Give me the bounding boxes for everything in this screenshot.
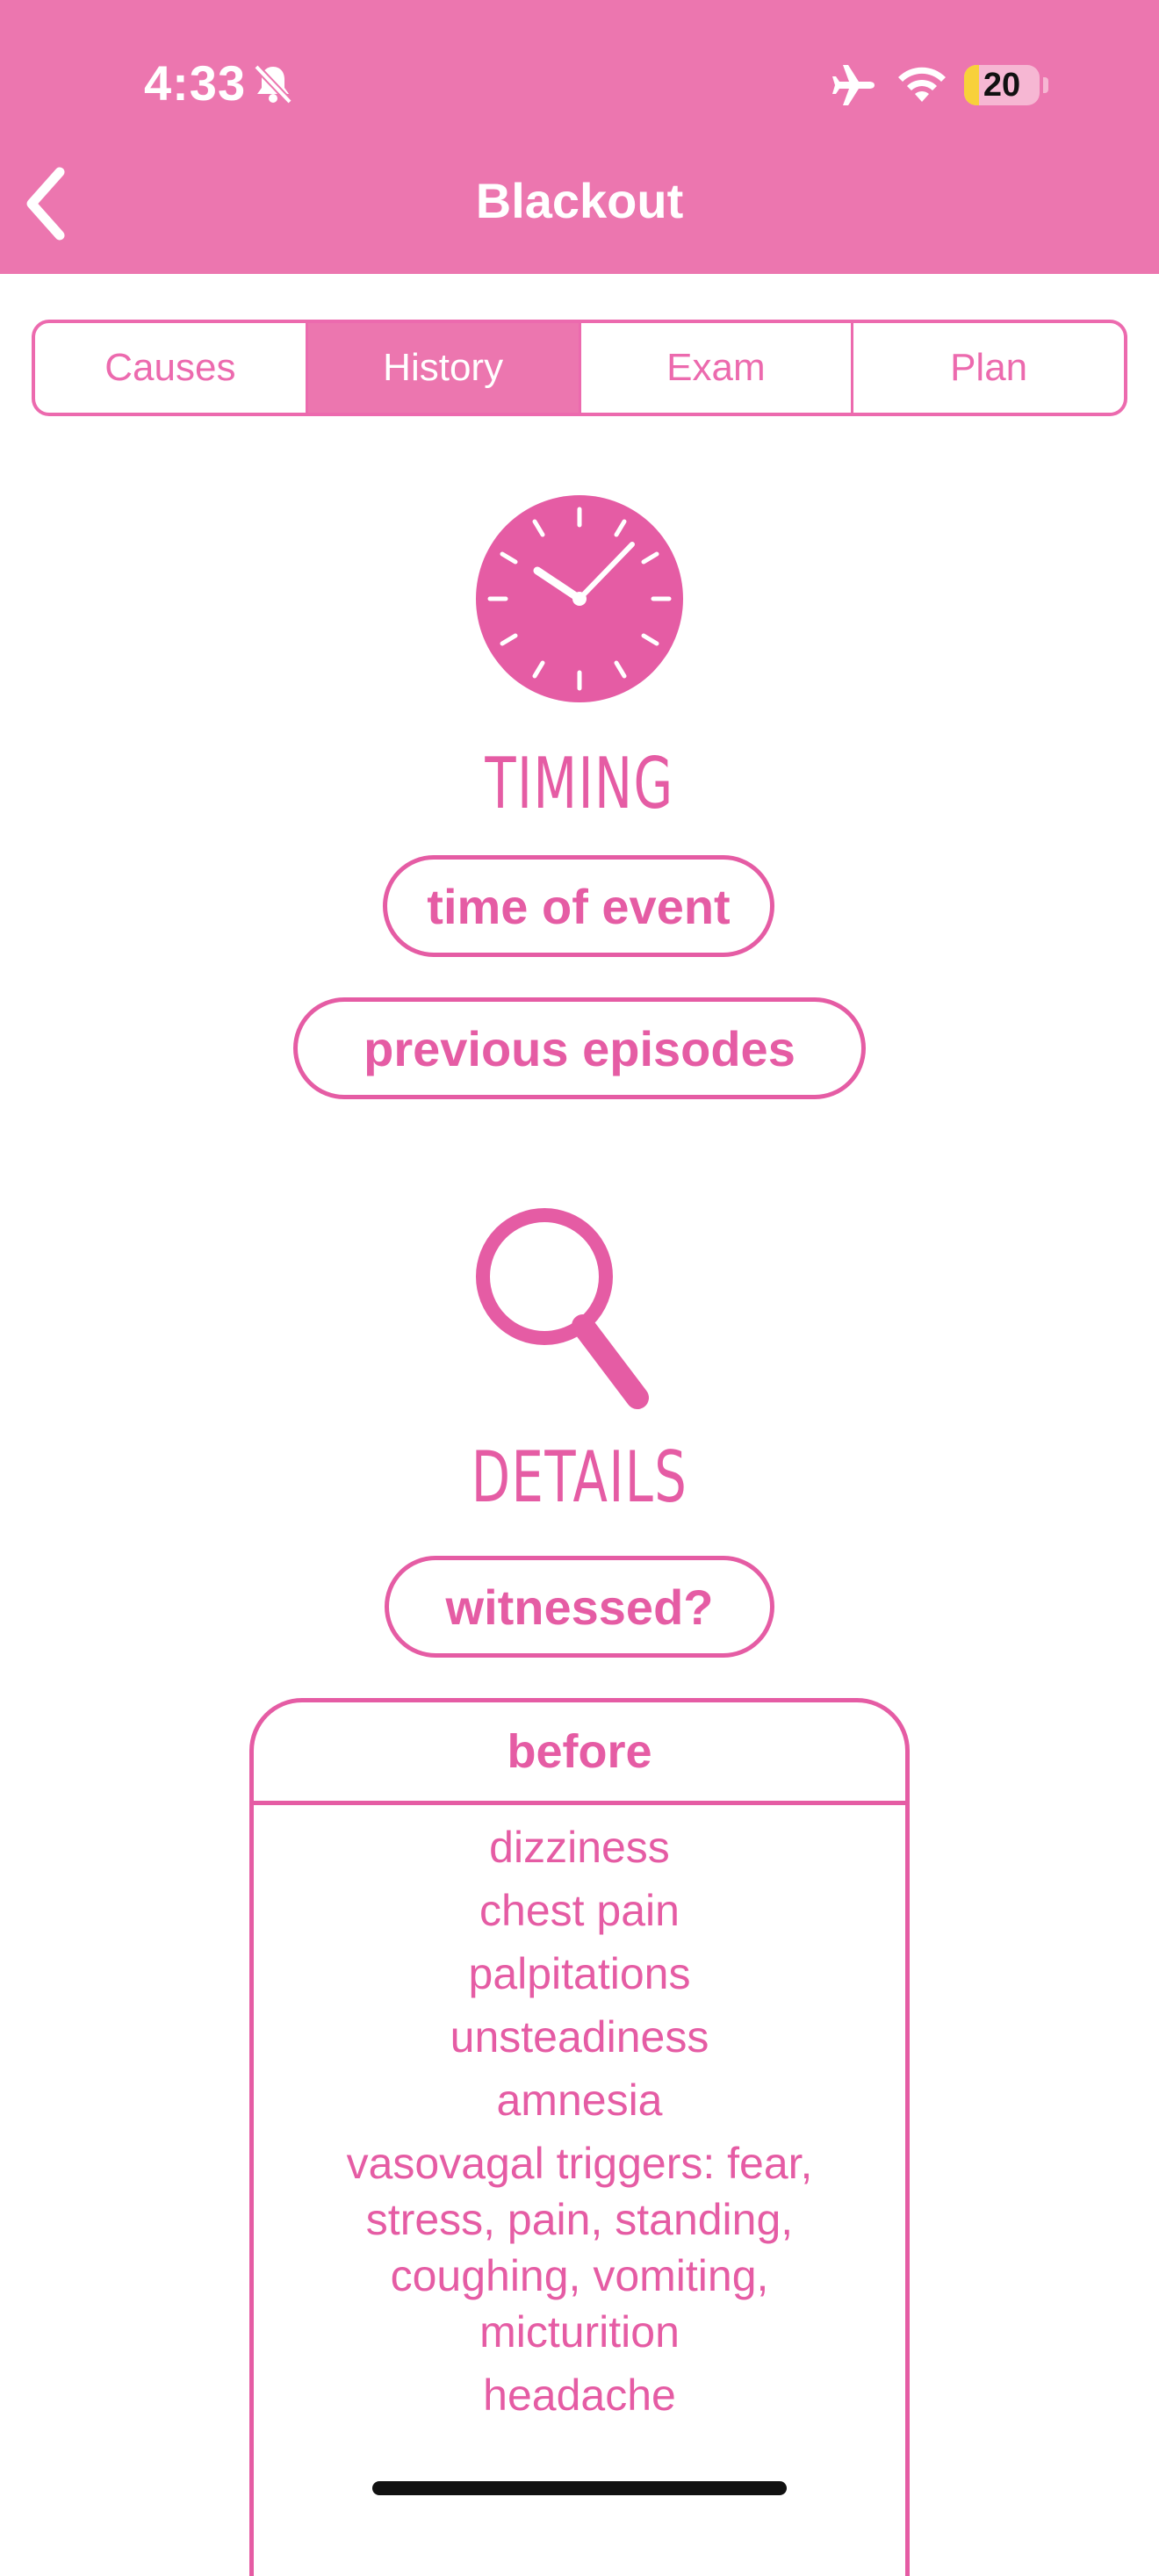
- tab-plan[interactable]: Plan: [851, 323, 1124, 413]
- battery-terminal: [1043, 77, 1048, 93]
- airplane-icon: [832, 65, 875, 105]
- list-item: unsteadiness: [450, 2012, 709, 2062]
- list-item: vasovagal triggers: fear, stress, pain, …: [346, 2139, 813, 2357]
- bell-slash-icon: [254, 64, 292, 104]
- clock-icon: [476, 495, 683, 702]
- previous-episodes-button[interactable]: previous episodes: [293, 997, 866, 1099]
- list-item: chest pain: [479, 1886, 680, 1935]
- list-item: headache: [483, 2371, 676, 2420]
- time-of-event-button[interactable]: time of event: [383, 855, 774, 957]
- home-indicator[interactable]: [372, 2481, 787, 2495]
- card-title: before: [254, 1702, 905, 1805]
- battery-icon: 20: [964, 65, 1040, 105]
- magnifier-icon: [476, 1208, 649, 1409]
- tab-history[interactable]: History: [305, 323, 579, 413]
- timing-heading: TIMING: [485, 743, 674, 824]
- before-card: before dizziness chest pain palpitations…: [249, 1698, 910, 2576]
- details-heading: DETAILS: [471, 1436, 688, 1518]
- app-header: 4:33 20 Blackout: [0, 0, 1159, 274]
- tab-exam[interactable]: Exam: [578, 323, 852, 413]
- tab-causes[interactable]: Causes: [35, 323, 306, 413]
- list-item: amnesia: [496, 2076, 663, 2125]
- list-item: dizziness: [489, 1823, 670, 1872]
- wifi-icon: [898, 67, 946, 102]
- witnessed-button[interactable]: witnessed?: [385, 1556, 774, 1658]
- status-time: 4:33: [144, 55, 247, 111]
- list-item: palpitations: [468, 1949, 691, 1998]
- segmented-tabs: Causes History Exam Plan: [32, 320, 1127, 416]
- battery-percentage: 20: [983, 67, 1021, 104]
- symptom-list: dizziness chest pain palpitations unstea…: [254, 1805, 905, 2423]
- page-title: Blackout: [475, 173, 684, 228]
